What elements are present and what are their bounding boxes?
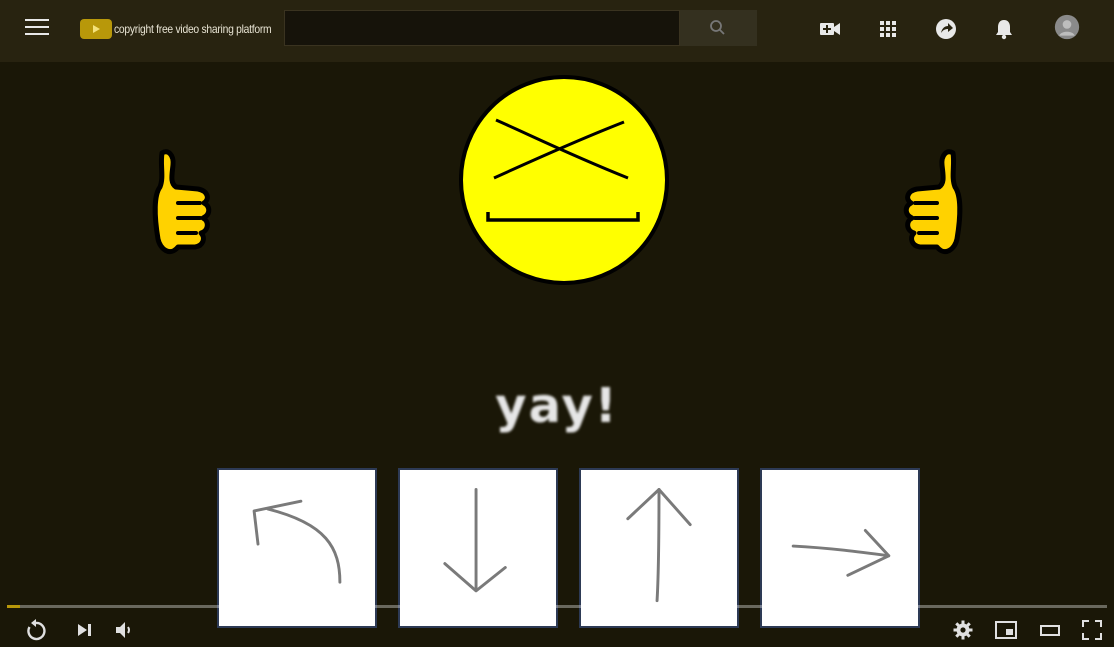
create-video-icon[interactable]	[817, 16, 843, 42]
miniplayer-icon[interactable]	[994, 618, 1018, 642]
logo[interactable]: copyright free video sharing platform	[80, 18, 297, 40]
apps-grid-icon[interactable]	[875, 16, 901, 42]
thumbs-up-right-icon	[903, 149, 963, 254]
account-avatar-icon[interactable]	[1054, 14, 1084, 44]
search-input[interactable]	[284, 10, 680, 46]
volume-icon[interactable]	[113, 618, 137, 642]
arrow-down-icon	[443, 488, 507, 593]
top-bar: copyright free video sharing platform	[0, 0, 1114, 62]
arrow-right-icon	[791, 528, 891, 577]
logo-text: copyright free video sharing platform	[114, 22, 272, 36]
theater-mode-icon[interactable]	[1038, 618, 1062, 642]
choice-card-down[interactable]	[398, 468, 558, 628]
arrow-up-icon	[626, 488, 692, 603]
choice-card-right[interactable]	[760, 468, 920, 628]
search-button[interactable]	[680, 10, 757, 46]
search-icon	[710, 20, 725, 35]
progress-played	[7, 605, 21, 608]
happy-face-icon	[459, 75, 669, 285]
video-caption: yay!	[495, 378, 619, 434]
share-icon[interactable]	[933, 16, 959, 42]
choice-card-up[interactable]	[579, 468, 739, 628]
settings-gear-icon[interactable]	[951, 618, 975, 642]
fullscreen-icon[interactable]	[1080, 618, 1104, 642]
menu-icon[interactable]	[25, 19, 49, 37]
next-icon[interactable]	[73, 618, 97, 642]
thumbs-up-left-icon	[152, 149, 212, 254]
play-logo-icon	[80, 19, 112, 39]
choice-card-up-left[interactable]	[217, 468, 377, 628]
arrow-up-left-icon	[252, 499, 342, 584]
progress-bar[interactable]	[7, 605, 1107, 608]
replay-icon[interactable]	[24, 618, 48, 642]
notifications-bell-icon[interactable]	[991, 16, 1017, 42]
